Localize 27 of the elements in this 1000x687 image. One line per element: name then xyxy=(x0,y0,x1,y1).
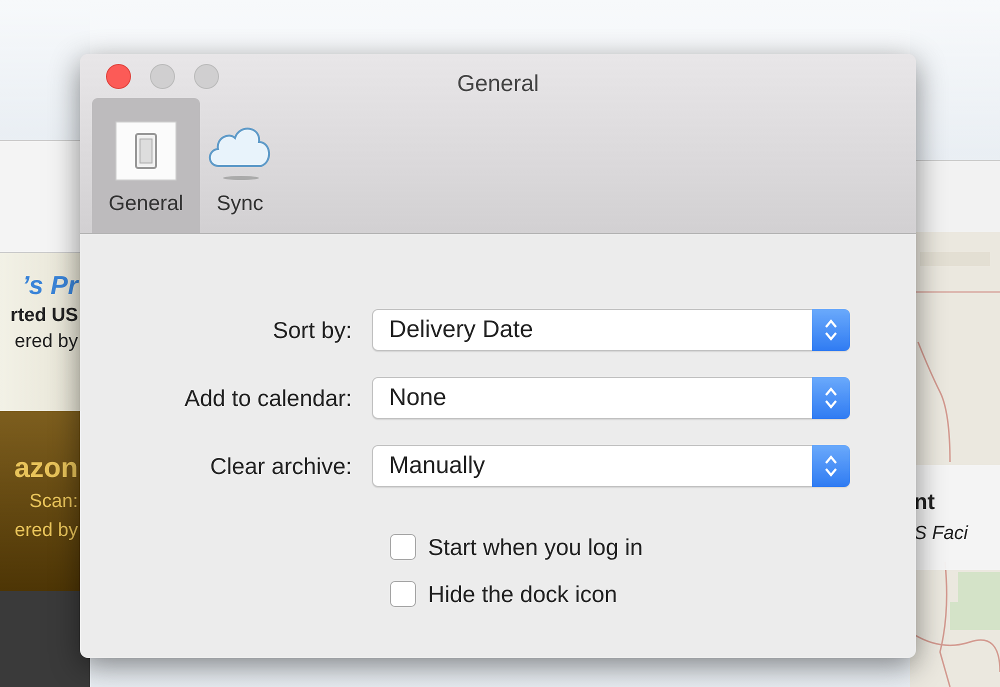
popup-menu[interactable]: Manually xyxy=(372,445,850,487)
stepper-icon xyxy=(812,309,850,351)
window-title: General xyxy=(457,70,539,96)
promo-text: ered by xyxy=(14,520,78,542)
stepper-icon xyxy=(812,377,850,419)
checkbox-label[interactable]: Start when you log in xyxy=(428,530,643,564)
subtitle-text: rted US xyxy=(10,306,78,326)
checkbox[interactable] xyxy=(390,534,416,560)
promo-title: azon xyxy=(14,453,78,484)
toolbar-tab[interactable]: General xyxy=(92,98,200,233)
popup-menu[interactable]: Delivery Date xyxy=(372,309,850,351)
promo-text: Scan: xyxy=(29,492,78,513)
field-label: Add to calendar: xyxy=(183,384,353,413)
toolbar-tab[interactable]: Sync xyxy=(200,98,280,233)
field-label: Sort by: xyxy=(272,316,353,345)
card-title: nt xyxy=(914,490,936,514)
field-label: Clear archive: xyxy=(209,452,353,481)
checkbox-label[interactable]: Hide the dock icon xyxy=(428,576,618,611)
card-subtitle: S Faci xyxy=(914,524,970,546)
popup-menu[interactable]: None xyxy=(372,377,850,419)
checkbox[interactable] xyxy=(390,580,416,607)
close-button[interactable] xyxy=(106,64,131,88)
zoom-button[interactable] xyxy=(194,64,219,88)
caption-text: ered by xyxy=(14,332,78,354)
stepper-icon xyxy=(812,445,850,487)
switch-icon xyxy=(114,120,178,182)
minimize-button[interactable] xyxy=(150,64,175,88)
